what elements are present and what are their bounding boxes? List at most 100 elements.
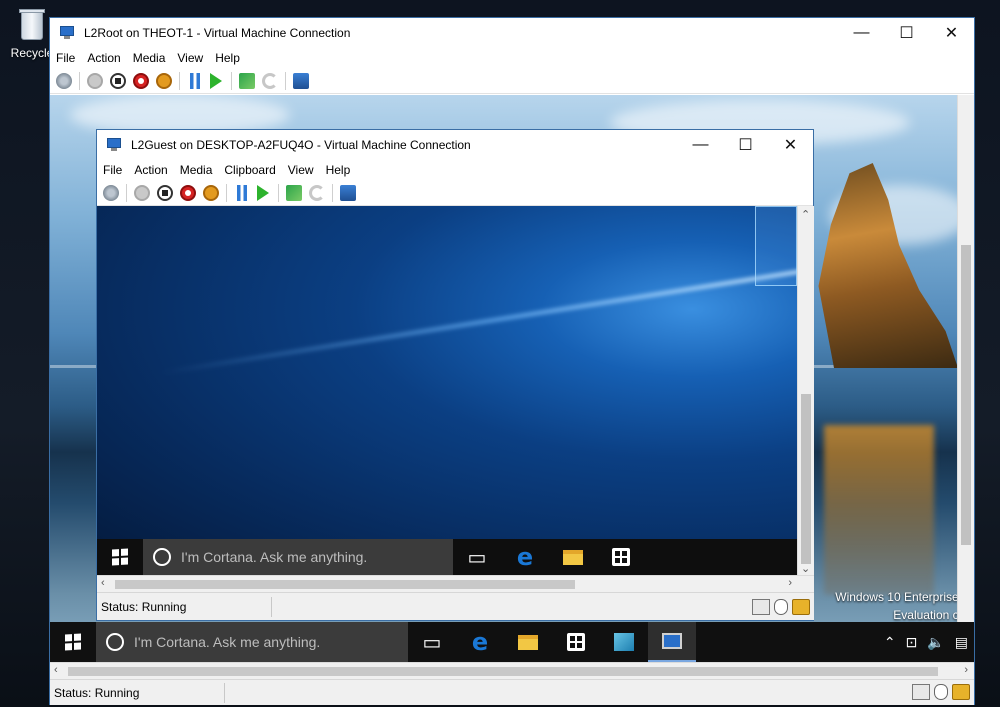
turn-off-icon[interactable] <box>110 72 126 89</box>
shut-down-icon[interactable] <box>180 184 196 201</box>
toolbar-separator <box>332 183 333 202</box>
ctrl-alt-del-icon[interactable] <box>56 72 72 89</box>
cortana-search-box[interactable]: I'm Cortana. Ask me anything. <box>96 622 408 662</box>
inner-close-button[interactable]: ✕ <box>768 130 813 160</box>
scrollbar-thumb[interactable] <box>115 580 575 589</box>
revert-icon[interactable] <box>262 72 278 89</box>
inner-titlebar[interactable]: L2Guest on DESKTOP-A2FUQ4O - Virtual Mac… <box>97 130 813 160</box>
status-divider <box>271 597 272 617</box>
volume-icon[interactable]: 🔈 <box>927 634 944 651</box>
chevron-up-icon[interactable]: ⌃ <box>884 634 896 651</box>
inner-horizontal-scrollbar[interactable]: ‹ › <box>97 575 814 592</box>
enhanced-session-icon[interactable] <box>340 184 356 201</box>
outer-statusbar: Status: Running <box>50 679 974 705</box>
scrollbar-thumb[interactable] <box>68 667 938 676</box>
inner-cortana-search-box[interactable]: I'm Cortana. Ask me anything. <box>143 539 453 575</box>
scrollbar-thumb[interactable] <box>801 394 811 564</box>
task-view-button[interactable]: ▭ <box>408 622 456 662</box>
inner-minimize-button[interactable]: — <box>678 130 723 160</box>
lock-icon <box>952 684 970 700</box>
scroll-left-icon[interactable]: ‹ <box>101 577 105 589</box>
keyboard-icon <box>752 599 770 615</box>
inner-taskbar: I'm Cortana. Ask me anything. ▭ e <box>97 539 797 575</box>
vm-connection-icon <box>107 138 123 152</box>
scroll-down-icon[interactable]: ⌄ <box>801 562 810 575</box>
shut-down-icon[interactable] <box>133 72 149 89</box>
outer-horizontal-scrollbar[interactable]: ‹ › <box>50 662 974 679</box>
outer-close-button[interactable]: ✕ <box>929 18 974 48</box>
hyperv-manager-taskbar-button[interactable] <box>600 622 648 662</box>
inner-menu-view[interactable]: View <box>288 163 314 177</box>
network-icon[interactable]: ⊡ <box>906 634 918 651</box>
status-divider <box>224 683 225 703</box>
folder-icon <box>518 634 538 650</box>
start-icon[interactable] <box>87 72 103 89</box>
outer-menu-media[interactable]: Media <box>133 51 166 65</box>
mouse-icon <box>934 684 948 700</box>
toolbar-separator <box>226 183 227 202</box>
vm-connection-icon <box>60 26 76 40</box>
inner-status-icons <box>752 599 810 615</box>
inner-file-explorer-button[interactable] <box>549 539 597 575</box>
cortana-icon <box>106 633 124 651</box>
inner-statusbar: Status: Running <box>97 592 814 620</box>
pause-icon[interactable] <box>237 184 247 201</box>
inner-vm-window: L2Guest on DESKTOP-A2FUQ4O - Virtual Mac… <box>96 129 814 621</box>
outer-status-icons <box>912 684 970 700</box>
inner-start-button[interactable] <box>97 537 143 575</box>
scroll-up-icon[interactable]: ⌃ <box>801 208 810 221</box>
toolbar-separator <box>285 71 286 90</box>
scrollbar-thumb[interactable] <box>961 245 971 545</box>
folder-icon <box>563 549 583 565</box>
windows-pane-image <box>755 206 797 286</box>
resume-icon[interactable] <box>257 184 269 201</box>
inner-maximize-button[interactable]: ☐ <box>723 130 768 160</box>
outer-minimize-button[interactable]: — <box>839 18 884 48</box>
inner-menubar: File Action Media Clipboard View Help <box>97 160 813 180</box>
edge-taskbar-button[interactable]: e <box>456 622 504 662</box>
outer-menu-file[interactable]: File <box>56 51 75 65</box>
inner-menu-clipboard[interactable]: Clipboard <box>224 163 275 177</box>
vm-connection-taskbar-button[interactable] <box>648 622 696 662</box>
start-icon[interactable] <box>134 184 150 201</box>
resume-icon[interactable] <box>210 72 222 89</box>
checkpoint-icon[interactable] <box>286 184 302 201</box>
file-explorer-taskbar-button[interactable] <box>504 622 552 662</box>
inner-store-button[interactable] <box>597 539 645 575</box>
store-taskbar-button[interactable] <box>552 622 600 662</box>
revert-icon[interactable] <box>309 184 325 201</box>
outer-titlebar[interactable]: L2Root on THEOT-1 - Virtual Machine Conn… <box>50 18 974 48</box>
inner-menu-help[interactable]: Help <box>326 163 351 177</box>
inner-task-view-button[interactable]: ▭ <box>453 539 501 575</box>
outer-vertical-scrollbar[interactable] <box>957 95 974 662</box>
scroll-right-icon[interactable]: › <box>788 577 792 589</box>
pause-icon[interactable] <box>190 72 200 89</box>
inner-menu-media[interactable]: Media <box>180 163 213 177</box>
inner-menu-file[interactable]: File <box>103 163 122 177</box>
outer-maximize-button[interactable]: ☐ <box>884 18 929 48</box>
inner-cortana-placeholder: I'm Cortana. Ask me anything. <box>181 549 368 565</box>
turn-off-icon[interactable] <box>157 184 173 201</box>
outer-vm-screen[interactable]: Windows 10 Enterprise In Evaluation cop … <box>50 95 974 662</box>
store-icon <box>612 548 630 566</box>
ctrl-alt-del-icon[interactable] <box>103 184 119 201</box>
cortana-placeholder: I'm Cortana. Ask me anything. <box>134 634 321 650</box>
start-button[interactable] <box>50 622 96 662</box>
edge-icon: e <box>516 543 534 571</box>
windows-logo-icon <box>112 548 128 566</box>
inner-vm-screen[interactable]: I'm Cortana. Ask me anything. ▭ e <box>97 206 797 575</box>
inner-menu-action[interactable]: Action <box>134 163 167 177</box>
save-state-icon[interactable] <box>156 72 172 89</box>
save-state-icon[interactable] <box>203 184 219 201</box>
checkpoint-icon[interactable] <box>239 72 255 89</box>
action-center-icon[interactable]: ▤ <box>955 634 968 651</box>
enhanced-session-icon[interactable] <box>293 72 309 89</box>
outer-menu-action[interactable]: Action <box>87 51 120 65</box>
outer-toolbar <box>50 68 974 94</box>
inner-vertical-scrollbar[interactable]: ⌃ ⌄ <box>797 206 814 577</box>
scroll-left-icon[interactable]: ‹ <box>54 664 58 676</box>
scroll-right-icon[interactable]: › <box>964 664 968 676</box>
outer-menu-view[interactable]: View <box>177 51 203 65</box>
outer-menu-help[interactable]: Help <box>215 51 240 65</box>
inner-edge-button[interactable]: e <box>501 539 549 575</box>
